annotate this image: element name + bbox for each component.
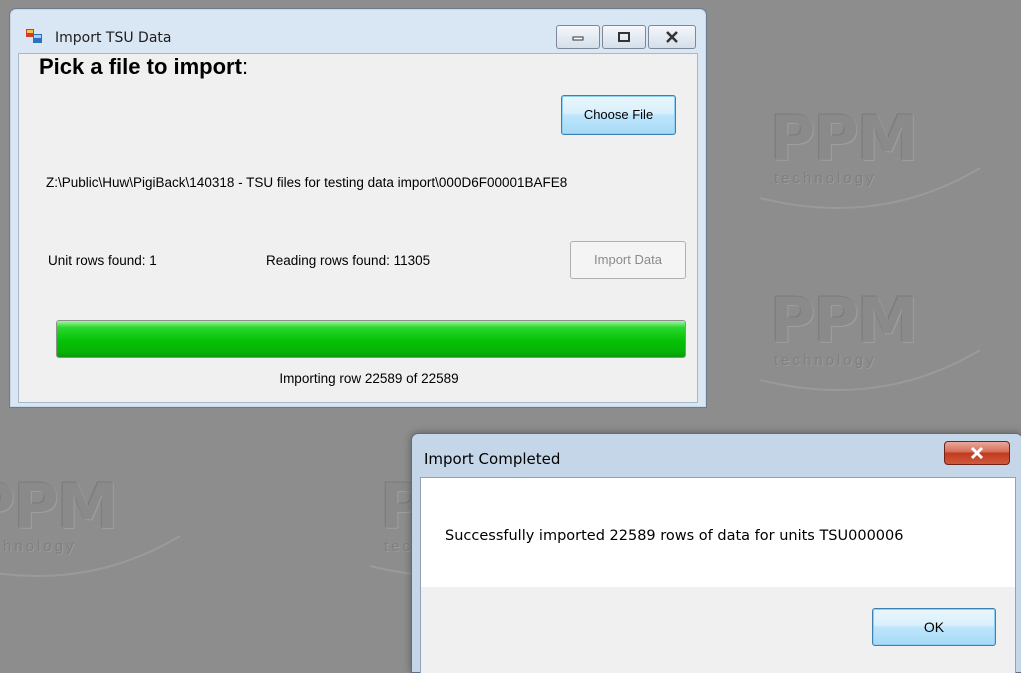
ok-button[interactable]: OK (872, 608, 996, 646)
heading-text: Pick a file to import (39, 54, 242, 79)
unit-rows-label: Unit rows found: 1 (48, 253, 157, 268)
window-title: Import TSU Data (55, 30, 172, 46)
dialog-message: Successfully imported 22589 rows of data… (445, 528, 904, 544)
progress-fill (57, 321, 685, 357)
close-button[interactable] (648, 25, 696, 49)
progress-status: Importing row 22589 of 22589 (279, 371, 459, 386)
file-path-label: Z:\Public\Huw\PigiBack\140318 - TSU file… (46, 175, 568, 190)
import-data-button[interactable]: Import Data (570, 241, 686, 279)
close-icon (970, 446, 984, 460)
choose-file-button[interactable]: Choose File (561, 95, 676, 135)
desktop-watermark: PPM technology (760, 108, 1020, 228)
import-tsu-window: Import TSU Data Pick a file to import: C… (9, 8, 707, 408)
page-title: Pick a file to import: (39, 54, 248, 80)
close-icon (666, 31, 678, 43)
window-titlebar[interactable]: Import TSU Data (10, 9, 706, 53)
minimize-icon (572, 36, 584, 41)
progress-bar (56, 320, 686, 358)
dialog-close-button[interactable] (944, 441, 1010, 465)
dialog-message-area: Successfully imported 22589 rows of data… (421, 478, 1015, 587)
app-icon (26, 29, 42, 43)
maximize-icon (618, 32, 630, 42)
maximize-button[interactable] (602, 25, 646, 49)
reading-rows-label: Reading rows found: 11305 (266, 253, 431, 268)
dialog-title: Import Completed (424, 450, 561, 468)
import-completed-dialog: Import Completed Successfully imported 2… (411, 433, 1021, 673)
desktop-watermark: PPM technology (0, 476, 220, 596)
dialog-body: Successfully imported 22589 rows of data… (420, 477, 1016, 673)
minimize-button[interactable] (556, 25, 600, 49)
desktop-watermark: PPM technology (760, 290, 1020, 410)
heading-colon: : (241, 54, 249, 79)
